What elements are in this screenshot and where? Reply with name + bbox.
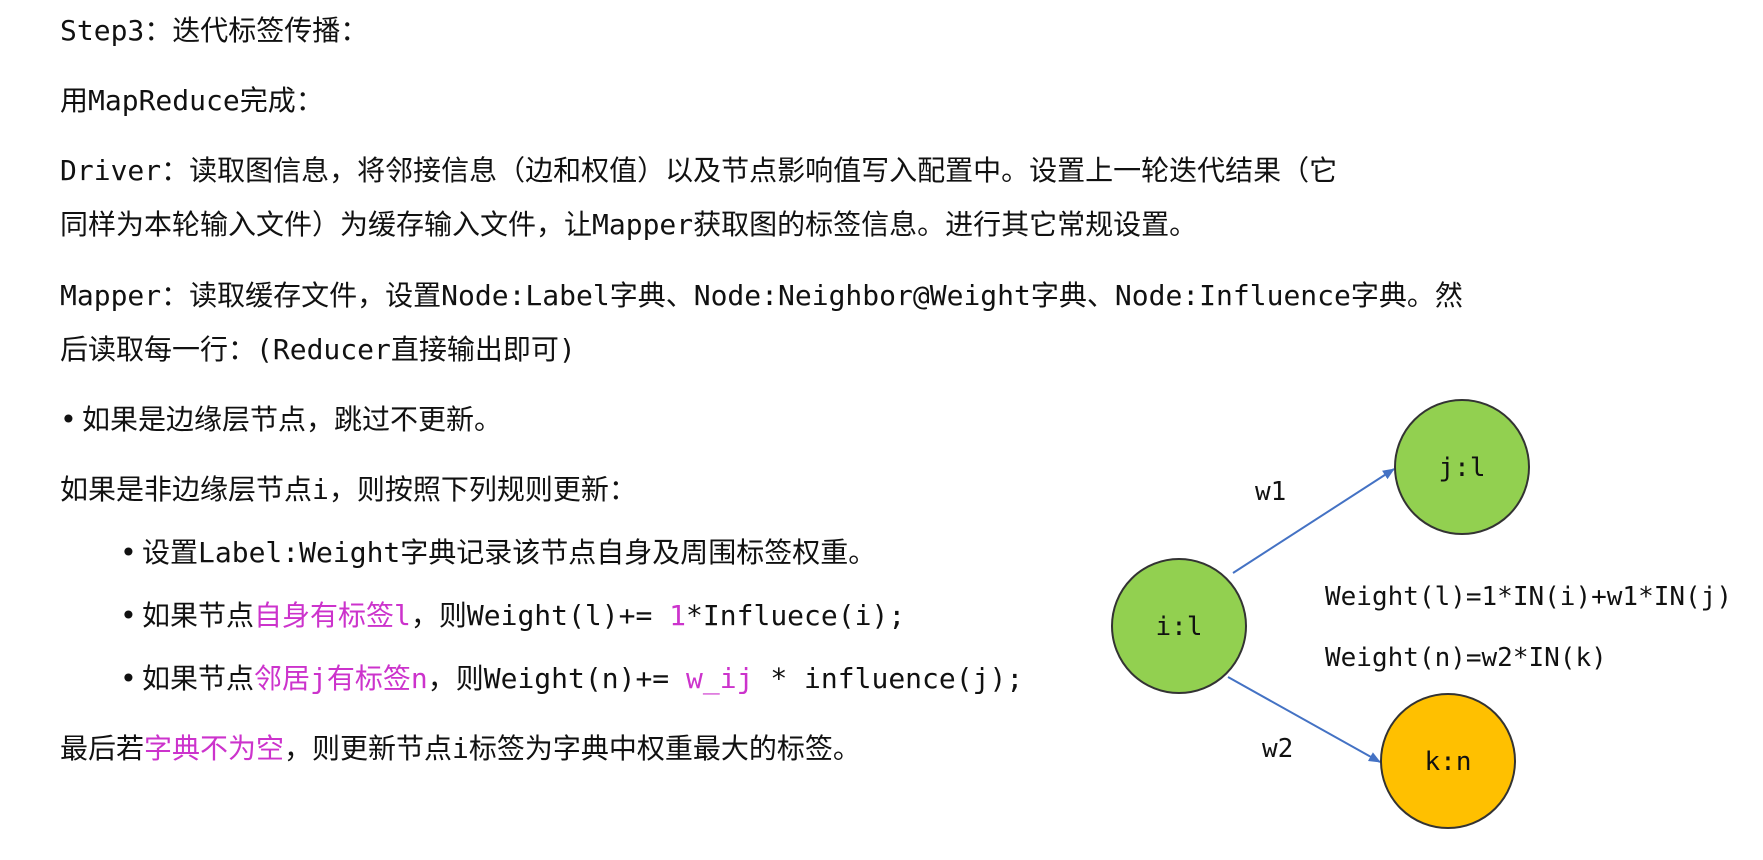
node-j-label: j:l xyxy=(1439,453,1486,483)
edge-i-j-weight-label: w1 xyxy=(1255,477,1286,507)
node-i-label: i:l xyxy=(1156,612,1203,642)
edge-i-k-weight-label: w2 xyxy=(1262,734,1293,764)
node-k-label: k:n xyxy=(1425,747,1472,777)
formula-weight-l: Weight(l)=1*IN(i)+w1*IN(j) xyxy=(1325,582,1732,612)
formula-weight-n: Weight(n)=w2*IN(k) xyxy=(1325,643,1607,673)
label-propagation-diagram: i:l j:l k:n w1 w2 Weight(l)=1*IN(i)+w1*I… xyxy=(1111,399,1732,829)
edge-i-to-k xyxy=(1227,676,1381,763)
